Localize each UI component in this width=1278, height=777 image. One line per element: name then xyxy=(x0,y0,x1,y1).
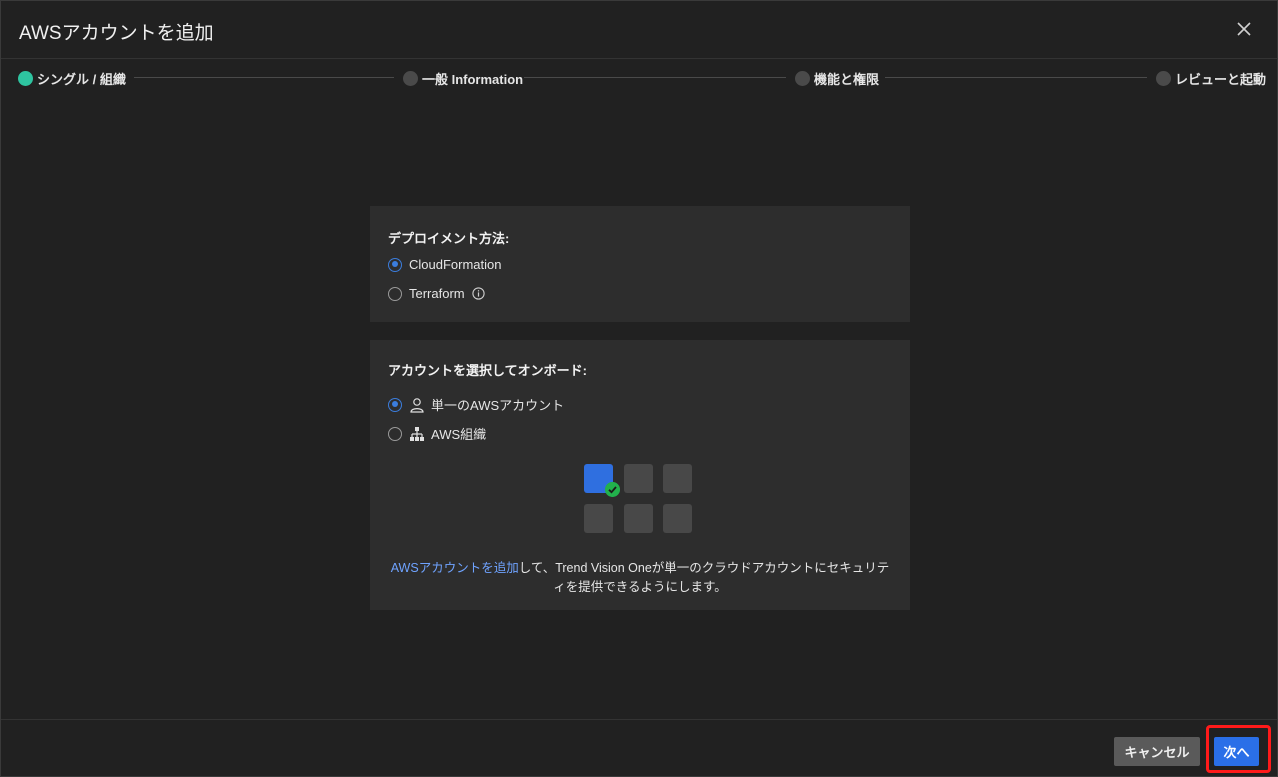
option-label: CloudFormation xyxy=(409,257,502,272)
account-select-card: アカウントを選択してオンボード: 単一のAWSアカウント AWS組織 AWSアカ… xyxy=(370,340,910,610)
check-icon xyxy=(605,482,620,497)
wizard-steps: シングル / 組織 一般 Information 機能と権限 レビューと起動 xyxy=(1,59,1277,97)
add-aws-account-dialog: AWSアカウントを追加 シングル / 組織 一般 Information 機能と… xyxy=(0,0,1278,777)
radio-checked-icon[interactable] xyxy=(388,257,402,272)
deployment-heading: デプロイメント方法: xyxy=(388,231,510,246)
user-icon xyxy=(410,397,424,413)
step-dot-icon xyxy=(795,71,810,86)
account-tile xyxy=(624,464,653,493)
step-general-information[interactable]: 一般 Information xyxy=(403,69,523,88)
dialog-title: AWSアカウントを追加 xyxy=(19,23,214,44)
step-active-dot-icon xyxy=(18,71,33,86)
step-connector xyxy=(134,77,394,78)
radio-single-aws-account[interactable]: 単一のAWSアカウント xyxy=(388,395,564,414)
option-label: AWS組織 xyxy=(431,427,487,442)
step-features-permissions[interactable]: 機能と権限 xyxy=(795,69,879,88)
step-label: レビューと起動 xyxy=(1175,72,1267,87)
info-icon[interactable] xyxy=(471,287,485,300)
option-label: Terraform xyxy=(409,286,465,301)
description-text: して、Trend Vision Oneが単一のクラウドアカウントにセキュリテ xyxy=(518,561,890,575)
account-tile xyxy=(624,504,653,533)
account-tile xyxy=(663,504,692,533)
step-label: シングル / 組織 xyxy=(37,72,126,87)
step-dot-icon xyxy=(1156,71,1171,86)
step-dot-icon xyxy=(403,71,418,86)
radio-checked-icon[interactable] xyxy=(388,397,402,412)
add-aws-account-link[interactable]: AWSアカウントを追加 xyxy=(391,561,519,575)
close-icon[interactable] xyxy=(1235,20,1253,38)
radio-unchecked-icon[interactable] xyxy=(388,286,402,301)
radio-cloudformation[interactable]: CloudFormation xyxy=(388,257,502,272)
step-connector xyxy=(885,77,1147,78)
step-label: 一般 Information xyxy=(422,72,524,87)
description-text-2: ィを提供できるようにします。 xyxy=(553,580,727,594)
account-tile xyxy=(584,504,613,533)
radio-terraform[interactable]: Terraform xyxy=(388,286,485,301)
single-account-illustration xyxy=(584,464,694,534)
account-tile xyxy=(663,464,692,493)
next-button[interactable]: 次へ xyxy=(1214,737,1259,766)
step-connector xyxy=(524,77,786,78)
dialog-footer: キャンセル 次へ xyxy=(1,719,1277,777)
deployment-method-card: デプロイメント方法: CloudFormation Terraform xyxy=(370,206,910,322)
step-label: 機能と権限 xyxy=(814,72,880,87)
cancel-button[interactable]: キャンセル xyxy=(1114,737,1200,766)
dialog-header: AWSアカウントを追加 xyxy=(1,1,1277,59)
radio-aws-organization[interactable]: AWS組織 xyxy=(388,424,486,443)
org-tree-icon xyxy=(410,426,424,441)
radio-unchecked-icon[interactable] xyxy=(388,426,402,441)
account-heading: アカウントを選択してオンボード: xyxy=(388,363,587,378)
account-description: AWSアカウントを追加して、Trend Vision Oneが単一のクラウドアカ… xyxy=(388,559,892,597)
step-single-org[interactable]: シングル / 組織 xyxy=(18,69,126,88)
step-review-launch[interactable]: レビューと起動 xyxy=(1156,69,1266,88)
option-label: 単一のAWSアカウント xyxy=(431,398,565,413)
